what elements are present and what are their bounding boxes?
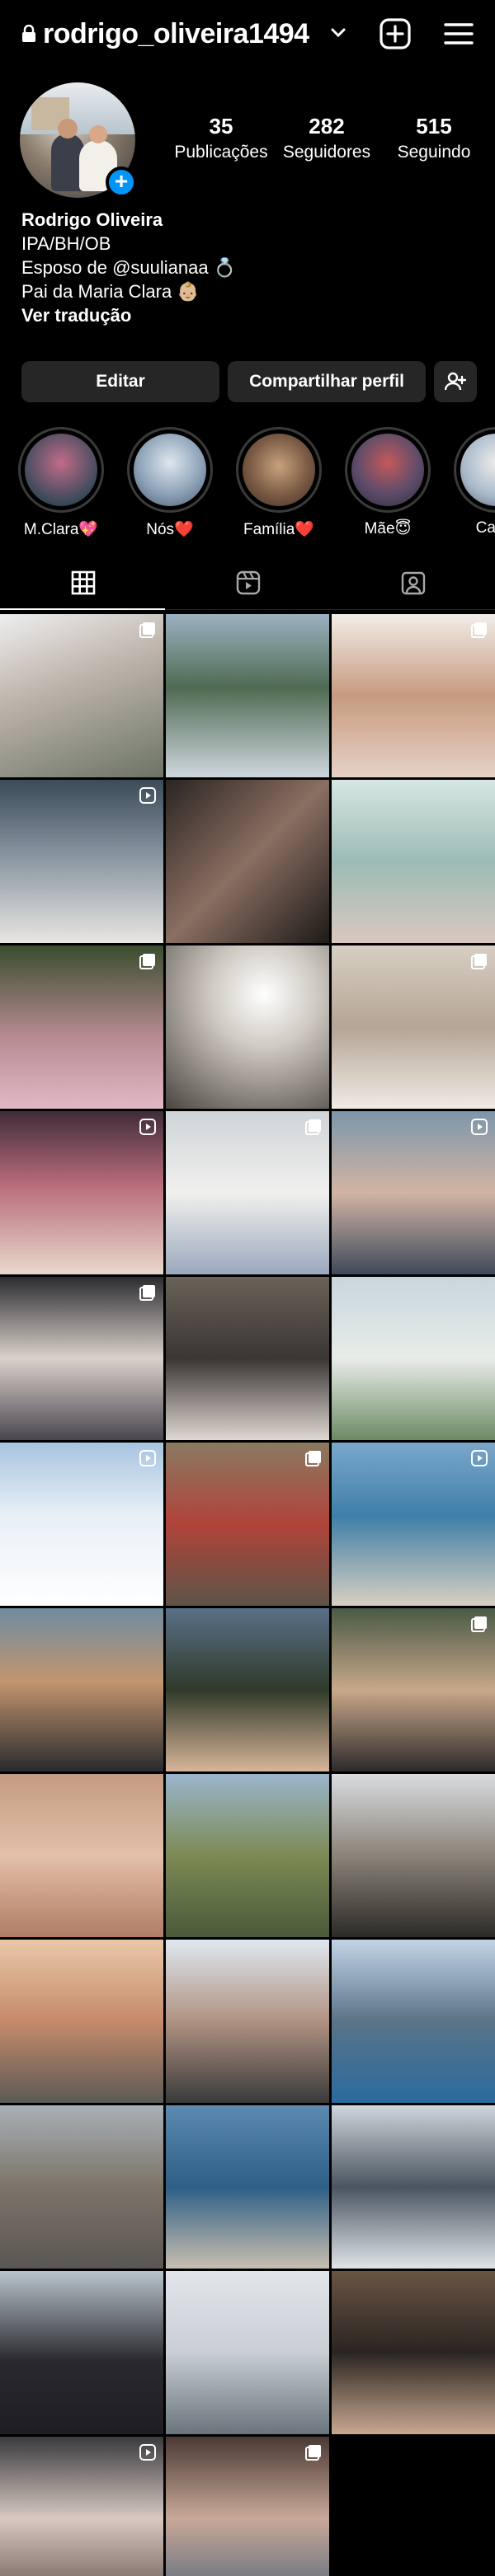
profile-username[interactable]: rodrigo_oliveira1494 <box>43 18 309 50</box>
following-value: 515 <box>416 114 452 138</box>
tab-posts[interactable] <box>0 567 165 603</box>
post-thumbnail[interactable] <box>166 780 329 943</box>
posts-value: 35 <box>209 114 233 138</box>
post-thumbnail[interactable] <box>0 2271 163 2434</box>
post-thumbnail[interactable] <box>166 2271 329 2434</box>
posts-count[interactable]: 35 Publicações <box>172 114 271 162</box>
post-thumbnail[interactable] <box>0 614 163 777</box>
post-thumbnail[interactable] <box>166 1608 329 1771</box>
grid-icon <box>71 570 96 595</box>
followers-value: 282 <box>309 114 345 138</box>
discover-people-button[interactable] <box>434 361 477 402</box>
reel-icon <box>139 2444 156 2461</box>
lock-icon <box>22 25 35 42</box>
post-thumbnail[interactable] <box>0 780 163 943</box>
highlight-item[interactable]: M.Clara💖 <box>18 427 104 539</box>
posts-label: Publicações <box>174 143 268 162</box>
carousel-icon <box>305 2445 321 2461</box>
reel-icon <box>471 1119 488 1135</box>
post-thumbnail[interactable] <box>166 614 329 777</box>
post-thumbnail[interactable] <box>332 780 495 943</box>
post-thumbnail[interactable] <box>332 1608 495 1771</box>
followers-label: Seguidores <box>282 143 371 162</box>
carousel-icon <box>139 1285 155 1301</box>
highlight-item[interactable]: Família❤️ <box>236 427 322 539</box>
post-thumbnail[interactable] <box>332 1940 495 2103</box>
bio-line: IPA/BH/OB <box>21 233 111 254</box>
carousel-icon <box>305 1119 321 1135</box>
post-thumbnail[interactable] <box>166 1277 329 1440</box>
post-thumbnail[interactable] <box>166 1443 329 1606</box>
post-thumbnail[interactable] <box>332 2105 495 2269</box>
carousel-icon <box>471 954 487 969</box>
reel-icon <box>139 1450 156 1466</box>
add-person-icon <box>444 372 467 391</box>
post-thumbnail[interactable] <box>0 2437 163 2576</box>
post-thumbnail[interactable] <box>332 1277 495 1440</box>
share-profile-button[interactable]: Compartilhar perfil <box>228 361 426 402</box>
post-thumbnail[interactable] <box>0 2105 163 2269</box>
profile-name: Rodrigo Oliveira <box>21 209 163 230</box>
highlight-item[interactable]: Casar <box>454 427 495 537</box>
reel-icon <box>471 1450 488 1466</box>
highlight-label: M.Clara💖 <box>23 521 99 538</box>
tab-reels[interactable] <box>165 567 330 603</box>
post-thumbnail[interactable] <box>166 1774 329 1937</box>
highlight-item[interactable]: Mãe😇 <box>345 427 431 538</box>
highlight-item[interactable]: Nós❤️ <box>127 427 213 539</box>
highlight-label: Mãe😇 <box>364 520 412 537</box>
post-thumbnail[interactable] <box>166 1940 329 2103</box>
plus-square-icon[interactable] <box>380 18 411 49</box>
post-thumbnail[interactable] <box>0 1940 163 2103</box>
post-thumbnail[interactable] <box>332 1774 495 1937</box>
highlight-label: Casar <box>475 519 495 537</box>
reels-icon <box>236 570 261 595</box>
bio-line: Pai da Maria Clara 👶🏼 <box>21 281 200 302</box>
profile-bio: Rodrigo Oliveira IPA/BH/OB Esposo de @su… <box>21 208 483 327</box>
post-thumbnail[interactable] <box>0 945 163 1109</box>
highlight-label: Família❤️ <box>243 521 314 538</box>
post-thumbnail[interactable] <box>166 2105 329 2269</box>
top-bar: rodrigo_oliveira1494 <box>0 0 495 74</box>
highlight-label: Nós❤️ <box>146 521 194 538</box>
hamburger-menu-icon[interactable] <box>444 21 474 46</box>
post-thumbnail[interactable] <box>332 1443 495 1606</box>
post-thumbnail[interactable] <box>332 614 495 777</box>
active-tab-indicator <box>0 608 165 610</box>
post-thumbnail[interactable] <box>332 945 495 1109</box>
post-thumbnail[interactable] <box>0 1443 163 1606</box>
carousel-icon <box>305 1451 321 1466</box>
chevron-down-icon[interactable] <box>330 26 346 40</box>
followers-count[interactable]: 282 Seguidores <box>277 114 376 162</box>
post-thumbnail[interactable] <box>332 2271 495 2434</box>
following-count[interactable]: 515 Seguindo <box>384 114 483 162</box>
post-thumbnail[interactable] <box>0 1774 163 1937</box>
carousel-icon <box>139 954 155 969</box>
reel-icon <box>139 1119 156 1135</box>
post-thumbnail[interactable] <box>166 2437 329 2576</box>
post-thumbnail[interactable] <box>166 945 329 1109</box>
following-label: Seguindo <box>397 143 471 162</box>
post-thumbnail[interactable] <box>166 1111 329 1274</box>
edit-profile-button[interactable]: Editar <box>21 361 219 402</box>
post-thumbnail[interactable] <box>0 1111 163 1274</box>
reel-icon <box>139 787 156 804</box>
post-thumbnail[interactable] <box>332 1111 495 1274</box>
see-translation-link[interactable]: Ver tradução <box>21 303 483 327</box>
post-thumbnail[interactable] <box>0 1608 163 1771</box>
post-thumbnail[interactable] <box>0 1277 163 1440</box>
carousel-icon <box>139 622 155 638</box>
carousel-icon <box>471 622 487 638</box>
plus-icon[interactable]: + <box>106 167 137 198</box>
bio-line[interactable]: Esposo de @suulianaa 💍 <box>21 256 483 279</box>
tagged-person-icon <box>401 571 426 595</box>
tab-tagged[interactable] <box>330 567 495 603</box>
carousel-icon <box>471 1616 487 1632</box>
